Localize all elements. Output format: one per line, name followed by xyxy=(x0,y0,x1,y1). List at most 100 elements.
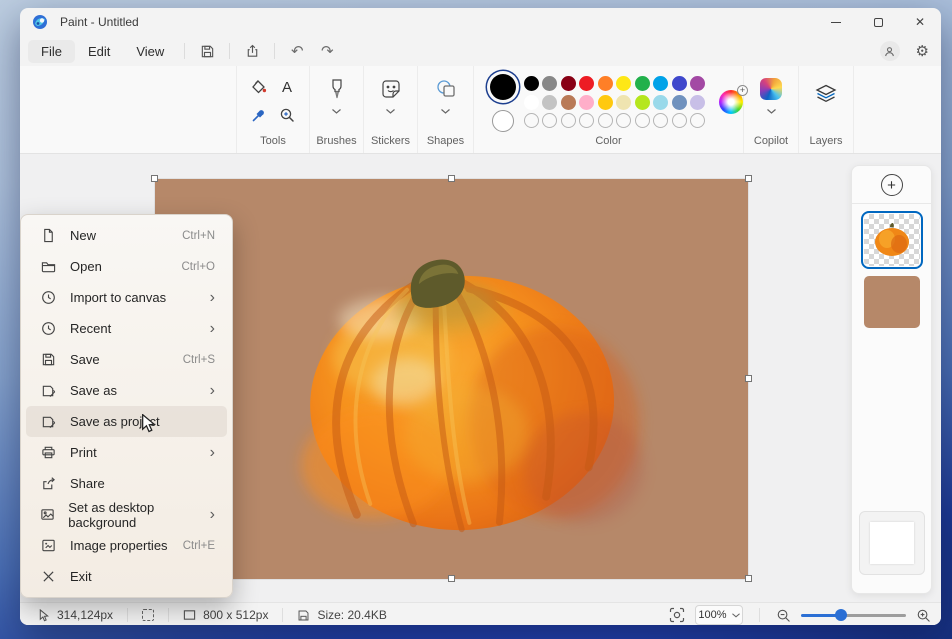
menu-item-import-to-canvas[interactable]: Import to canvas › xyxy=(26,282,227,313)
shapes-icon xyxy=(434,77,458,101)
palette-swatch[interactable] xyxy=(524,95,539,110)
palette-swatch[interactable] xyxy=(635,95,650,110)
chevron-down-icon xyxy=(332,109,341,114)
recent-clock-icon xyxy=(40,321,57,336)
toolbar-empty xyxy=(854,66,941,153)
palette-swatch[interactable] xyxy=(690,95,705,110)
window-title: Paint - Untitled xyxy=(60,15,139,29)
palette-swatch[interactable] xyxy=(524,76,539,91)
menu-item-save-as[interactable]: Save as › xyxy=(26,375,227,406)
zoom-slider-thumb[interactable] xyxy=(835,609,847,621)
divider xyxy=(184,43,185,59)
canvas-background-tile[interactable] xyxy=(859,511,925,575)
toolbar: A Tools xyxy=(20,66,941,154)
zoom-level-dropdown[interactable]: 100% xyxy=(695,605,743,625)
stickers-label: Stickers xyxy=(364,135,417,147)
zoom-fit-icon[interactable] xyxy=(669,607,685,623)
menu-item-save-as-project[interactable]: Save as project xyxy=(26,406,227,437)
resize-handle-top-middle[interactable] xyxy=(448,175,455,182)
palette-empty-slot[interactable] xyxy=(616,113,631,128)
share-icon[interactable] xyxy=(237,44,267,59)
settings-gear-icon[interactable]: ⚙ xyxy=(916,42,929,60)
palette-swatch[interactable] xyxy=(561,76,576,91)
palette-swatch[interactable] xyxy=(542,95,557,110)
fill-tool-icon[interactable] xyxy=(246,74,272,100)
pumpkin-painting xyxy=(155,179,748,579)
resize-handle-bottom-right[interactable] xyxy=(745,575,752,582)
menu-file[interactable]: File xyxy=(28,40,75,63)
zoom-out-icon[interactable] xyxy=(776,608,791,623)
palette-swatch[interactable] xyxy=(672,95,687,110)
resize-handle-top-right[interactable] xyxy=(745,175,752,182)
menu-item-new[interactable]: New Ctrl+N xyxy=(26,220,227,251)
close-button[interactable]: ✕ xyxy=(899,8,941,36)
foreground-color-swatch[interactable] xyxy=(490,74,516,100)
account-icon[interactable] xyxy=(880,41,900,61)
palette-empty-slot[interactable] xyxy=(542,113,557,128)
palette-swatch[interactable] xyxy=(542,76,557,91)
palette-swatch[interactable] xyxy=(616,76,631,91)
menu-item-print[interactable]: Print › xyxy=(26,437,227,468)
resize-handle-top-left[interactable] xyxy=(151,175,158,182)
maximize-button[interactable] xyxy=(857,8,899,36)
menu-item-open[interactable]: Open Ctrl+O xyxy=(26,251,227,282)
shapes-section[interactable]: Shapes xyxy=(418,66,474,153)
chevron-down-icon xyxy=(767,109,776,114)
edit-colors-button[interactable]: + xyxy=(719,90,743,114)
menu-item-set-desktop-background[interactable]: Set as desktop background › xyxy=(26,499,227,530)
palette-swatch[interactable] xyxy=(653,76,668,91)
drawing-canvas[interactable] xyxy=(155,179,748,579)
divider xyxy=(274,43,275,59)
resize-handle-right-middle[interactable] xyxy=(745,375,752,382)
zoom-in-icon[interactable] xyxy=(916,608,931,623)
palette-empty-slot[interactable] xyxy=(690,113,705,128)
menu-item-save[interactable]: Save Ctrl+S xyxy=(26,344,227,375)
layers-panel: + xyxy=(851,165,932,594)
brush-icon xyxy=(328,77,346,101)
brushes-section[interactable]: Brushes xyxy=(310,66,364,153)
palette-empty-slot[interactable] xyxy=(672,113,687,128)
text-tool-icon[interactable]: A xyxy=(274,74,300,100)
palette-swatch[interactable] xyxy=(616,95,631,110)
palette-empty-slot[interactable] xyxy=(653,113,668,128)
menu-item-recent[interactable]: Recent › xyxy=(26,313,227,344)
undo-icon[interactable]: ↶ xyxy=(282,42,312,60)
palette-empty-slot[interactable] xyxy=(561,113,576,128)
menu-item-share[interactable]: Share xyxy=(26,468,227,499)
menu-item-image-properties[interactable]: Image properties Ctrl+E xyxy=(26,530,227,561)
minimize-button[interactable] xyxy=(815,8,857,36)
divider xyxy=(852,203,931,204)
palette-swatch[interactable] xyxy=(598,95,613,110)
save-icon[interactable] xyxy=(192,44,222,59)
menu-item-exit[interactable]: Exit xyxy=(26,561,227,592)
layer-thumbnail-background[interactable] xyxy=(864,276,920,328)
resize-handle-bottom-middle[interactable] xyxy=(448,575,455,582)
magnifier-tool-icon[interactable] xyxy=(274,102,300,128)
palette-swatch[interactable] xyxy=(672,76,687,91)
palette-swatch[interactable] xyxy=(579,76,594,91)
selection-size xyxy=(134,609,162,621)
copilot-section[interactable]: Copilot xyxy=(744,66,799,153)
zoom-slider[interactable] xyxy=(801,608,906,622)
printer-icon xyxy=(40,445,57,460)
stickers-section[interactable]: Stickers xyxy=(364,66,418,153)
menu-view[interactable]: View xyxy=(123,40,177,63)
layer-thumbnail-pumpkin[interactable] xyxy=(864,214,920,266)
palette-empty-slot[interactable] xyxy=(524,113,539,128)
palette-swatch[interactable] xyxy=(653,95,668,110)
menu-edit[interactable]: Edit xyxy=(75,40,123,63)
add-layer-button[interactable]: + xyxy=(881,174,903,196)
palette-swatch[interactable] xyxy=(579,95,594,110)
palette-swatch[interactable] xyxy=(598,76,613,91)
palette-empty-slot[interactable] xyxy=(635,113,650,128)
palette-swatch[interactable] xyxy=(635,76,650,91)
palette-empty-slot[interactable] xyxy=(598,113,613,128)
palette-swatch[interactable] xyxy=(690,76,705,91)
palette-swatch[interactable] xyxy=(561,95,576,110)
background-color-swatch[interactable] xyxy=(492,110,514,132)
redo-icon[interactable]: ↷ xyxy=(312,42,342,60)
layers-section[interactable]: Layers xyxy=(799,66,854,153)
eyedropper-tool-icon[interactable] xyxy=(246,102,272,128)
share-icon xyxy=(40,476,57,491)
palette-empty-slot[interactable] xyxy=(579,113,594,128)
